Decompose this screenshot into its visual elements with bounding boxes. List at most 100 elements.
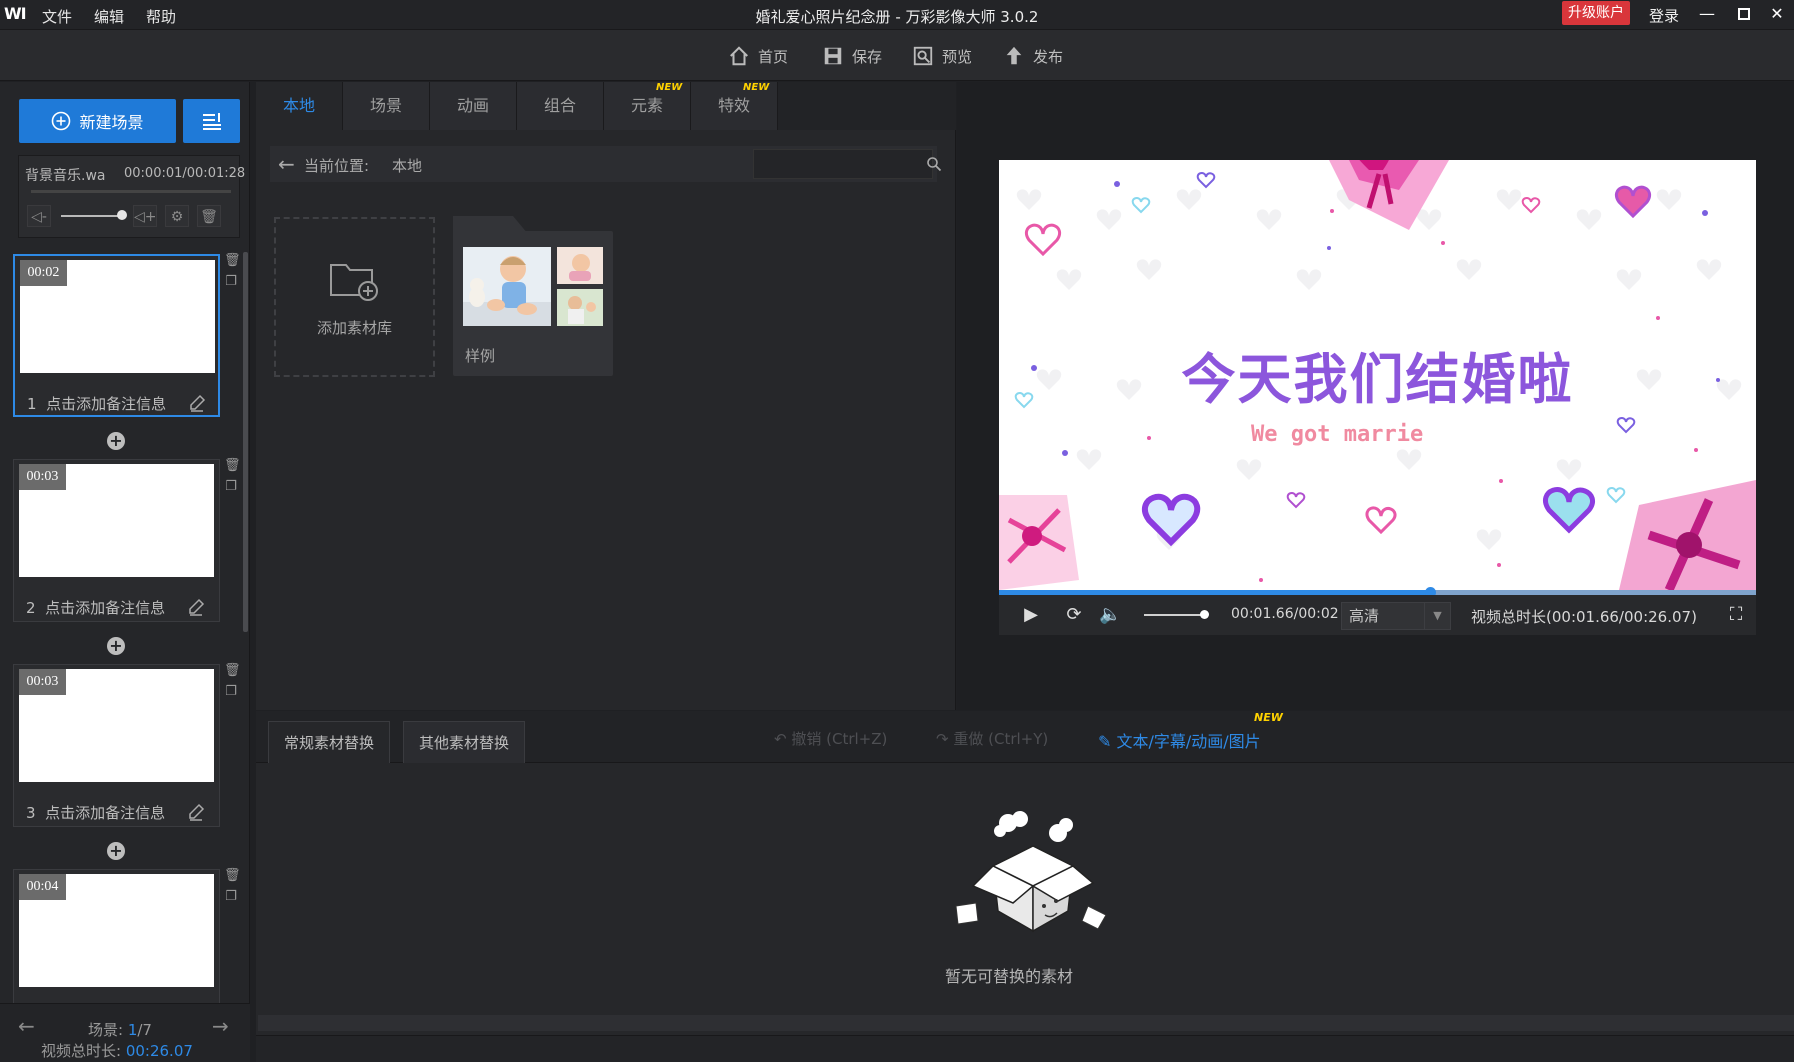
menu-edit[interactable]: 编辑: [94, 6, 124, 27]
save-icon: [824, 47, 842, 65]
playback-time: 00:01.66/00:02: [1231, 606, 1339, 622]
tab-regular-replace[interactable]: 常规素材替换: [268, 721, 391, 763]
publish-label: 发布: [1033, 47, 1064, 66]
play-icon[interactable]: ▶: [1020, 604, 1042, 626]
music-progress-bar[interactable]: [31, 190, 231, 193]
home-icon: [730, 46, 748, 66]
horizontal-scrollbar[interactable]: [258, 1015, 1794, 1031]
main-toolbar: 首页 保存 预览 发布: [0, 30, 1794, 81]
new-scene-button[interactable]: 新建场景: [19, 99, 176, 143]
tab-group[interactable]: 组合: [517, 82, 604, 130]
scene-card[interactable]: 00:02 1 点击添加备注信息: [13, 254, 220, 417]
undo-button[interactable]: ↶ 撤销 (Ctrl+Z): [774, 728, 887, 749]
app-window: WI 文件 编辑 帮助 婚礼爱心照片纪念册 - 万彩影像大师 3.0.2 升级账…: [0, 0, 1794, 1062]
undo-icon: ↶: [774, 730, 787, 748]
prev-scene-icon[interactable]: ←: [18, 1014, 35, 1038]
add-scene-icon[interactable]: +: [107, 842, 125, 860]
plus-circle-icon: [52, 111, 71, 131]
text-subtitle-animation-image-button[interactable]: ✎ 文本/字幕/动画/图片: [1098, 728, 1261, 752]
tab-local[interactable]: 本地: [256, 82, 343, 130]
path-value: 本地: [392, 157, 423, 175]
volume-icon[interactable]: 🔈: [1099, 604, 1121, 626]
tab-effects[interactable]: 特效 NEW: [691, 82, 778, 130]
save-button[interactable]: 保存: [822, 42, 882, 70]
scene-card[interactable]: 00:03 3 点击添加备注信息: [13, 664, 220, 827]
redo-icon: ↷: [936, 730, 949, 748]
tab-other-replace[interactable]: 其他素材替换: [403, 721, 526, 763]
menu-file[interactable]: 文件: [42, 6, 72, 27]
tab-element[interactable]: 元素 NEW: [604, 82, 691, 130]
upgrade-account-button[interactable]: 升级账户: [1562, 1, 1630, 25]
music-volume-slider[interactable]: [61, 215, 121, 217]
search-input[interactable]: [753, 149, 933, 179]
gear-icon[interactable]: ⚙: [165, 205, 189, 227]
redo-button[interactable]: ↷ 重做 (Ctrl+Y): [936, 728, 1048, 749]
sample-folder[interactable]: 样例: [453, 231, 613, 376]
delete-scene-icon[interactable]: 🗑: [224, 254, 241, 268]
sample-photos-image: [463, 247, 603, 326]
chevron-down-icon[interactable]: ▼: [1424, 603, 1450, 629]
scene-list-scrollbar[interactable]: [243, 252, 248, 632]
add-scene-icon[interactable]: +: [107, 432, 125, 450]
scene-note[interactable]: 3 点击添加备注信息: [26, 802, 165, 823]
add-library-button[interactable]: 添加素材库: [274, 217, 435, 377]
minimize-icon[interactable]: —: [1692, 2, 1722, 26]
music-time: 00:00:01/00:01:28: [124, 166, 246, 181]
scene-card[interactable]: 00:04: [13, 869, 220, 1003]
scene-duration: 00:04: [19, 874, 66, 900]
quality-value: 高清: [1349, 607, 1380, 625]
save-label: 保存: [852, 47, 883, 66]
scene-note[interactable]: 2 点击添加备注信息: [26, 597, 165, 618]
material-replace-panel: 常规素材替换 其他素材替换 ↶ 撤销 (Ctrl+Z) ↷ 重做 (Ctrl+Y…: [256, 711, 1794, 1062]
copy-scene-icon[interactable]: ❐: [224, 480, 238, 494]
replay-icon[interactable]: ⟳: [1063, 604, 1085, 626]
delete-scene-icon[interactable]: 🗑: [224, 869, 241, 883]
publish-button[interactable]: 发布: [1003, 42, 1063, 70]
volume-down-icon[interactable]: ◁-: [27, 205, 51, 227]
new-badge: NEW: [1254, 711, 1283, 724]
quality-select[interactable]: 高清 ▼: [1341, 602, 1451, 630]
search-icon[interactable]: [926, 156, 942, 172]
delete-scene-icon[interactable]: 🗑: [224, 459, 241, 473]
volume-slider[interactable]: [1144, 614, 1204, 616]
maximize-icon[interactable]: [1729, 2, 1759, 26]
copy-scene-icon[interactable]: ❐: [224, 275, 238, 289]
upload-icon: [1006, 46, 1022, 65]
login-button[interactable]: 登录: [1649, 5, 1679, 26]
edit-icon[interactable]: [186, 802, 206, 822]
empty-box-icon: [955, 811, 1107, 933]
music-volume-knob[interactable]: [117, 210, 127, 220]
edit-icon[interactable]: [187, 393, 207, 413]
tab-animation[interactable]: 动画: [430, 82, 517, 130]
copy-scene-icon[interactable]: ❐: [224, 685, 238, 699]
close-icon[interactable]: ✕: [1762, 2, 1792, 26]
volume-up-icon[interactable]: ◁+: [133, 205, 157, 227]
delete-scene-icon[interactable]: 🗑: [224, 664, 241, 678]
preview-canvas[interactable]: 今天我们结婚啦 We got marrie: [999, 160, 1756, 590]
edit-icon[interactable]: [186, 597, 206, 617]
scene-list-button[interactable]: [183, 99, 240, 143]
menu-help[interactable]: 帮助: [146, 6, 176, 27]
trash-icon[interactable]: 🗑: [197, 205, 221, 227]
home-label: 首页: [758, 47, 789, 66]
add-library-label: 添加素材库: [316, 318, 392, 337]
bottom-strip: [256, 1035, 1794, 1062]
scene-card[interactable]: 00:03 2 点击添加备注信息: [13, 459, 220, 622]
back-arrow-icon[interactable]: ←: [278, 152, 295, 176]
fullscreen-icon[interactable]: ⛶: [1725, 604, 1747, 626]
title-bar: WI 文件 编辑 帮助 婚礼爱心照片纪念册 - 万彩影像大师 3.0.2 升级账…: [0, 0, 1794, 30]
preview-label: 预览: [942, 47, 973, 66]
home-button[interactable]: 首页: [728, 42, 788, 70]
scene-note[interactable]: 1 点击添加备注信息: [27, 393, 166, 414]
new-badge: NEW: [656, 82, 683, 93]
video-total-duration: 视频总时长: 00:26.07: [41, 1042, 193, 1060]
scene-duration: 00:02: [20, 260, 67, 286]
replace-tabs: 常规素材替换 其他素材替换 ↶ 撤销 (Ctrl+Z) ↷ 重做 (Ctrl+Y…: [256, 711, 1794, 763]
add-scene-icon[interactable]: +: [107, 637, 125, 655]
next-scene-icon[interactable]: →: [212, 1014, 229, 1038]
preview-button[interactable]: 预览: [912, 42, 972, 70]
copy-scene-icon[interactable]: ❐: [224, 890, 238, 904]
scene-duration: 00:03: [19, 464, 66, 490]
tab-scene[interactable]: 场景: [343, 82, 430, 130]
volume-knob[interactable]: [1200, 610, 1209, 619]
